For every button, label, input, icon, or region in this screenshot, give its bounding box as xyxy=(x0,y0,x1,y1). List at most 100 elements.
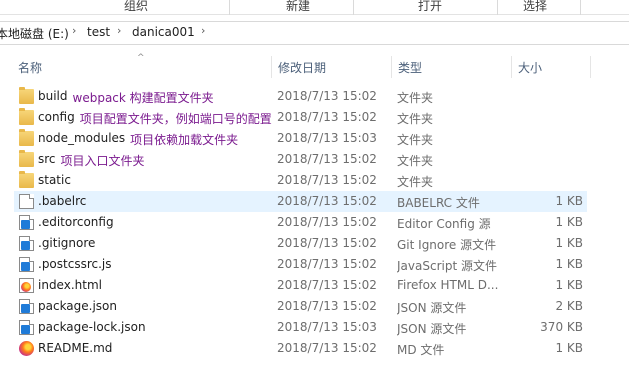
file-size: 1 KB xyxy=(555,341,583,355)
file-size: 1 KB xyxy=(555,278,583,292)
file-date: 2018/7/13 15:02 xyxy=(277,236,377,250)
file-name: index.html xyxy=(38,278,102,292)
column-header-size[interactable]: 大小 xyxy=(518,59,542,76)
file-row[interactable]: node_modules 项目依赖加载文件夹 2018/7/13 15:03 文件夹 xyxy=(14,128,587,149)
file-type: JavaScript 源文件 xyxy=(397,259,497,273)
file-annotation: 项目配置文件夹，例如端口号的配置 xyxy=(79,112,272,126)
file-type: JSON 源文件 xyxy=(397,322,467,336)
file-size: 1 KB xyxy=(555,194,583,208)
column-header-type[interactable]: 类型 xyxy=(398,59,422,76)
column-header-row: ^ 名称 修改日期 类型 大小 xyxy=(0,53,629,78)
file-date: 2018/7/13 15:03 xyxy=(277,131,377,145)
file-date: 2018/7/13 15:02 xyxy=(277,299,377,313)
file-type: 文件夹 xyxy=(397,112,434,126)
file-date: 2018/7/13 15:03 xyxy=(277,320,377,334)
file-annotation: 项目入口文件夹 xyxy=(60,154,145,168)
ribbon-group-new[interactable]: 新建 xyxy=(274,0,322,14)
file-name: build xyxy=(38,89,68,103)
file-row[interactable]: src 项目入口文件夹 2018/7/13 15:02 文件夹 xyxy=(14,149,587,170)
file-type: 文件夹 xyxy=(397,133,434,147)
folder-icon xyxy=(19,108,34,125)
ribbon-group-organize[interactable]: 组织 xyxy=(112,0,160,14)
file-date: 2018/7/13 15:02 xyxy=(277,215,377,229)
breadcrumb-chevron-icon[interactable]: › xyxy=(201,24,205,37)
breadcrumb-test[interactable]: test xyxy=(87,25,110,39)
file-date: 2018/7/13 15:02 xyxy=(277,341,377,355)
file-name: config xyxy=(38,110,75,124)
vscode-file-icon xyxy=(19,215,34,230)
vscode-file-icon xyxy=(19,257,34,272)
file-date: 2018/7/13 15:02 xyxy=(277,194,377,208)
file-name: package-lock.json xyxy=(38,320,146,334)
file-row[interactable]: index.html 2018/7/13 15:02 Firefox HTML D.… xyxy=(14,275,587,296)
folder-icon xyxy=(19,129,34,146)
file-name: .babelrc xyxy=(38,194,87,208)
file-date: 2018/7/13 15:02 xyxy=(277,110,377,124)
file-size: 2 KB xyxy=(555,299,583,313)
ribbon-group-open[interactable]: 打开 xyxy=(406,0,454,14)
file-name: .editorconfig xyxy=(38,215,114,229)
column-divider[interactable] xyxy=(590,56,591,78)
ribbon-divider xyxy=(580,0,581,15)
file-size: 1 KB xyxy=(555,236,583,250)
file-name: src xyxy=(38,152,56,166)
file-annotation: 项目依赖加载文件夹 xyxy=(130,133,239,147)
file-row[interactable]: package.json 2018/7/13 15:02 JSON 源文件 2 KB xyxy=(14,296,587,317)
folder-icon xyxy=(19,171,34,188)
firefox-html-icon xyxy=(19,278,34,293)
firefox-icon xyxy=(19,341,34,356)
file-type: 文件夹 xyxy=(397,91,434,105)
file-size: 1 KB xyxy=(555,257,583,271)
ribbon-divider xyxy=(497,0,498,15)
breadcrumb-chevron-icon[interactable]: › xyxy=(72,24,76,37)
file-type: JSON 源文件 xyxy=(397,301,467,315)
column-divider[interactable] xyxy=(271,56,272,78)
file-date: 2018/7/13 15:02 xyxy=(277,173,377,187)
vscode-file-icon xyxy=(19,299,34,314)
vscode-file-icon xyxy=(19,236,34,251)
ribbon-group-select[interactable]: 选择 xyxy=(511,0,559,14)
file-date: 2018/7/13 15:02 xyxy=(277,257,377,271)
breadcrumb-current[interactable]: danica001 xyxy=(132,25,195,39)
file-row[interactable]: README.md 2018/7/13 15:02 MD 文件 1 KB xyxy=(14,338,587,359)
sort-ascending-icon: ^ xyxy=(137,53,145,63)
file-row[interactable]: static 2018/7/13 15:02 文件夹 xyxy=(14,170,587,191)
file-type: BABELRC 文件 xyxy=(397,196,480,210)
file-name: node_modules xyxy=(38,131,126,145)
file-type: 文件夹 xyxy=(397,175,434,189)
file-type: Git Ignore 源文件 xyxy=(397,238,497,252)
file-name: .gitignore xyxy=(38,236,96,250)
file-row[interactable]: config 项目配置文件夹，例如端口号的配置 2018/7/13 15:02 文件夹 xyxy=(14,107,587,128)
file-row[interactable]: .babelrc 2018/7/13 15:02 BABELRC 文件 1 KB xyxy=(14,191,587,212)
folder-icon xyxy=(19,87,34,104)
file-row[interactable]: .postcssrc.js 2018/7/13 15:02 JavaScript 源… xyxy=(14,254,587,275)
column-divider[interactable] xyxy=(511,56,512,78)
file-row[interactable]: build webpack 构建配置文件夹 2018/7/13 15:02 文件夹 xyxy=(14,86,587,107)
file-date: 2018/7/13 15:02 xyxy=(277,89,377,103)
column-divider[interactable] xyxy=(391,56,392,78)
ribbon-divider xyxy=(229,0,230,15)
ribbon: 组织 新建 打开 选择 xyxy=(0,0,629,15)
file-row[interactable]: .gitignore 2018/7/13 15:02 Git Ignore 源文件 1… xyxy=(14,233,587,254)
file-name: static xyxy=(38,173,71,187)
address-bar[interactable]: 本地磁盘 (E:) › test › danica001 › xyxy=(0,21,629,45)
file-date: 2018/7/13 15:02 xyxy=(277,278,377,292)
breadcrumb-drive[interactable]: 本地磁盘 (E:) xyxy=(0,25,69,42)
file-type: 文件夹 xyxy=(397,154,434,168)
file-name: README.md xyxy=(38,341,113,355)
ribbon-divider xyxy=(353,0,354,15)
column-header-name[interactable]: 名称 xyxy=(18,59,42,76)
file-annotation: webpack 构建配置文件夹 xyxy=(72,91,214,105)
breadcrumb-chevron-icon[interactable]: › xyxy=(117,24,121,37)
file-type: Editor Config 源 xyxy=(397,217,491,231)
file-size: 370 KB xyxy=(540,320,583,334)
file-date: 2018/7/13 15:02 xyxy=(277,152,377,166)
generic-file-icon xyxy=(19,194,34,209)
column-header-date[interactable]: 修改日期 xyxy=(278,59,326,76)
file-name: package.json xyxy=(38,299,118,313)
file-size: 1 KB xyxy=(555,215,583,229)
file-row[interactable]: package-lock.json 2018/7/13 15:03 JSON 源文件… xyxy=(14,317,587,338)
file-row[interactable]: .editorconfig 2018/7/13 15:02 Editor Confi… xyxy=(14,212,587,233)
file-name: .postcssrc.js xyxy=(38,257,112,271)
file-type: Firefox HTML D... xyxy=(397,278,499,292)
